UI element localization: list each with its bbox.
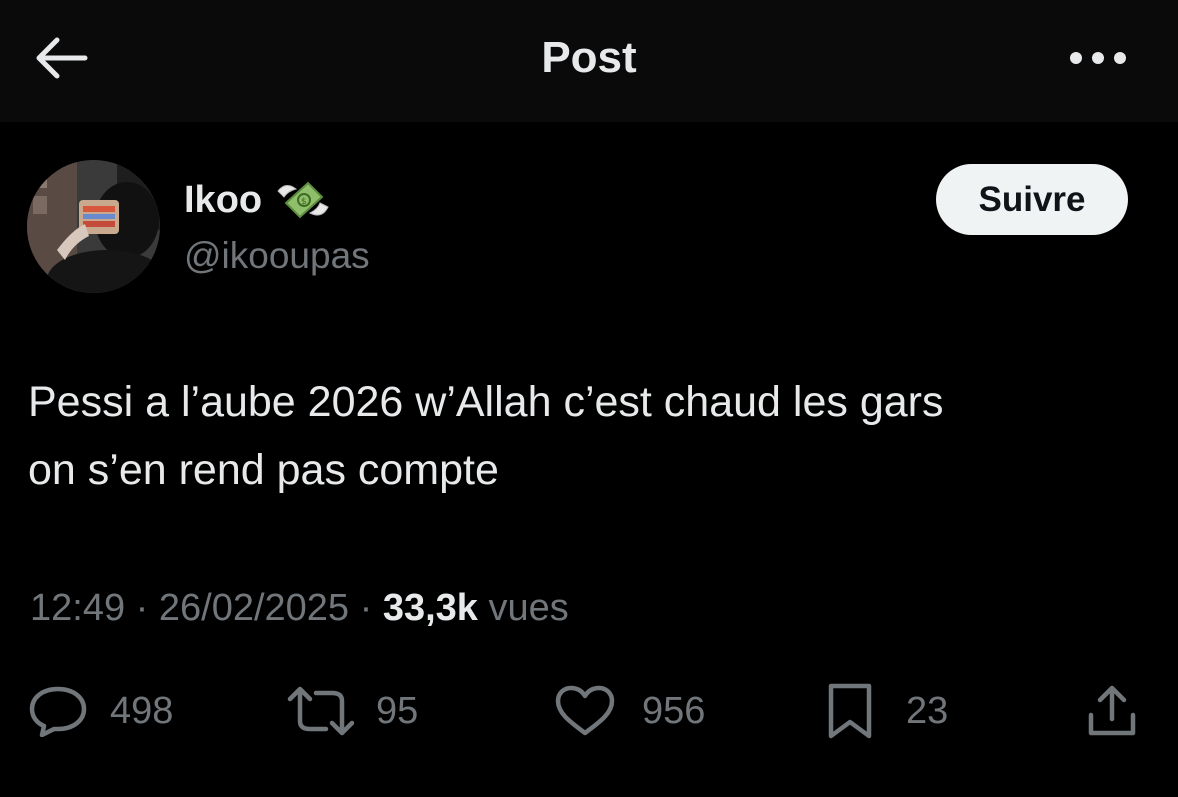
svg-text:$: $ — [301, 197, 307, 207]
follow-button[interactable]: Suivre — [936, 164, 1128, 235]
tweet-meta: 12:49 · 26/02/2025 · 33,3k vues — [30, 582, 569, 634]
repost-button[interactable]: 95 — [286, 682, 418, 740]
more-options-button[interactable] — [1066, 36, 1130, 80]
meta-separator: · — [349, 587, 383, 629]
bookmark-button[interactable]: 23 — [826, 682, 948, 740]
share-button[interactable] — [1086, 682, 1138, 740]
tweet-date[interactable]: 26/02/2025 — [159, 587, 349, 629]
more-horizontal-icon — [1070, 52, 1126, 64]
avatar[interactable] — [27, 160, 160, 293]
page-title: Post — [541, 33, 637, 82]
reply-button[interactable]: 498 — [28, 682, 173, 740]
share-icon — [1088, 685, 1136, 736]
heart-icon — [555, 685, 615, 736]
tweet-text-line: on s’en rend pas compte — [28, 446, 499, 494]
reply-count: 498 — [110, 689, 174, 732]
like-button[interactable]: 956 — [554, 682, 705, 740]
views-count: 33,3k — [382, 587, 478, 629]
tweet-text: Pessi a l’aube 2026 w’Allah c’est chaud … — [28, 368, 1148, 504]
meta-separator: · — [125, 587, 159, 629]
repost-icon — [287, 686, 355, 736]
author-handle[interactable]: @ikooupas — [184, 234, 370, 278]
top-bar: Post — [0, 0, 1178, 122]
tweet-time[interactable]: 12:49 — [30, 587, 125, 629]
views-label: vues — [477, 587, 569, 629]
author-display-name[interactable]: Ikoo — [184, 179, 262, 222]
bookmark-icon — [828, 683, 872, 739]
bookmark-count: 23 — [906, 689, 949, 732]
author-name-row: Ikoo $ — [184, 172, 332, 228]
tweet-text-line: Pessi a l’aube 2026 w’Allah c’est chaud … — [28, 378, 944, 426]
avatar-photo — [27, 160, 160, 293]
repost-count: 95 — [376, 689, 419, 732]
money-with-wings-emoji-icon: $ — [277, 181, 329, 219]
reply-icon — [29, 686, 87, 737]
like-count: 956 — [642, 689, 706, 732]
